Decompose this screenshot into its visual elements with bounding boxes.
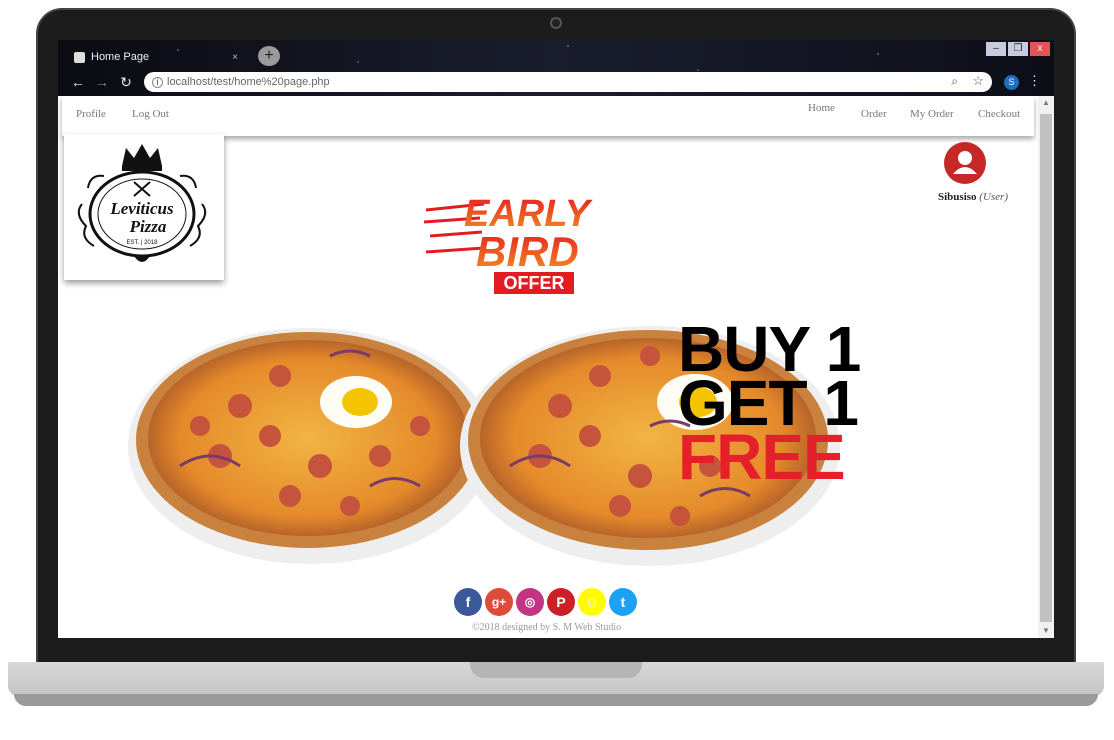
logo-emblem-icon: Leviticus Pizza EST. | 2018 [77,144,207,262]
back-arrow-icon[interactable]: ← [66,74,90,90]
social-links: f g+ ◎ P ☺ t [454,588,637,616]
minimize-button[interactable]: – [986,42,1006,56]
browser-tab[interactable]: Home Page × [68,46,248,68]
forward-arrow-icon[interactable]: → [90,74,114,90]
page-scrollbar[interactable]: ▲ ▼ [1038,96,1054,638]
user-name: Sibusiso [938,191,977,203]
laptop-base-edge [14,694,1098,706]
user-label: Sibusiso (User) [938,191,1008,203]
site-logo[interactable]: Leviticus Pizza EST. | 2018 [64,134,224,280]
early-bird-graphic: EARLY BIRD OFFER [423,193,594,294]
nav-profile-link[interactable]: Profile [76,108,106,120]
user-avatar[interactable] [944,142,986,184]
badge-offer: OFFER [504,273,565,293]
address-bar-url: localhost/test/home%20page.php [167,76,330,88]
zoom-icon[interactable]: ⌕ [951,74,958,89]
site-info-icon[interactable]: i [152,76,163,88]
page-viewport: Profile Log Out Home Order My Order Chec… [58,96,1054,638]
nav-order-link[interactable]: Order [861,108,887,120]
reload-icon[interactable]: ↻ [114,74,138,91]
webcam-icon [550,17,562,29]
twitter-icon[interactable]: t [609,588,637,616]
site-navbar: Profile Log Out Home Order My Order Chec… [62,96,1034,136]
logo-established: EST. | 2018 [127,240,159,246]
tab-close-icon[interactable]: × [232,52,238,63]
logo-name-line1: Leviticus [109,199,174,218]
offer-free: FREE [678,421,846,493]
offer-text: BUY 1 GET 1 FREE [678,317,861,493]
badge-bird: BIRD [476,228,579,275]
laptop-screen: Home Page × + – ❐ x ← → ↻ i localhost/te… [58,40,1054,638]
nav-checkout-link[interactable]: Checkout [978,108,1020,120]
snapchat-icon[interactable]: ☺ [578,588,606,616]
user-silhouette-icon [953,151,977,174]
scrollbar-thumb[interactable] [1040,114,1052,622]
bookmark-star-icon[interactable]: ☆ [972,73,984,89]
scroll-down-arrow-icon[interactable]: ▼ [1038,624,1054,638]
nav-my-order-link[interactable]: My Order [910,108,954,120]
close-window-button[interactable]: x [1030,42,1050,56]
instagram-icon[interactable]: ◎ [516,588,544,616]
nav-logout-link[interactable]: Log Out [132,108,169,120]
browser-toolbar: ← → ↻ i localhost/test/home%20page.php ⌕… [58,70,1054,94]
pizza-left [128,328,492,564]
nav-home-link[interactable]: Home [808,102,835,114]
window-controls: – ❐ x [986,42,1050,56]
tab-title: Home Page [91,51,150,63]
profile-extension-icon[interactable]: S [1004,75,1019,90]
facebook-icon[interactable]: f [454,588,482,616]
restore-button[interactable]: ❐ [1008,42,1028,56]
user-role: (User) [979,191,1008,203]
laptop-notch [470,662,642,678]
address-bar[interactable]: i localhost/test/home%20page.php ⌕ ☆ [144,72,992,92]
scroll-up-arrow-icon[interactable]: ▲ [1038,96,1054,110]
footer-copyright: ©2018 designed by S. M Web Studio [472,622,622,633]
browser-titlebar: Home Page × + – ❐ x ← → ↻ i localhost/te… [58,40,1054,96]
browser-menu-icon[interactable]: ⋮ [1028,73,1041,89]
logo-name-line2: Pizza [129,217,167,236]
google-plus-icon[interactable]: g+ [485,588,513,616]
page-favicon-icon [74,51,85,63]
pinterest-icon[interactable]: P [547,588,575,616]
new-tab-button[interactable]: + [258,46,280,66]
early-bird-badge: EARLY BIRD OFFER [423,184,614,305]
